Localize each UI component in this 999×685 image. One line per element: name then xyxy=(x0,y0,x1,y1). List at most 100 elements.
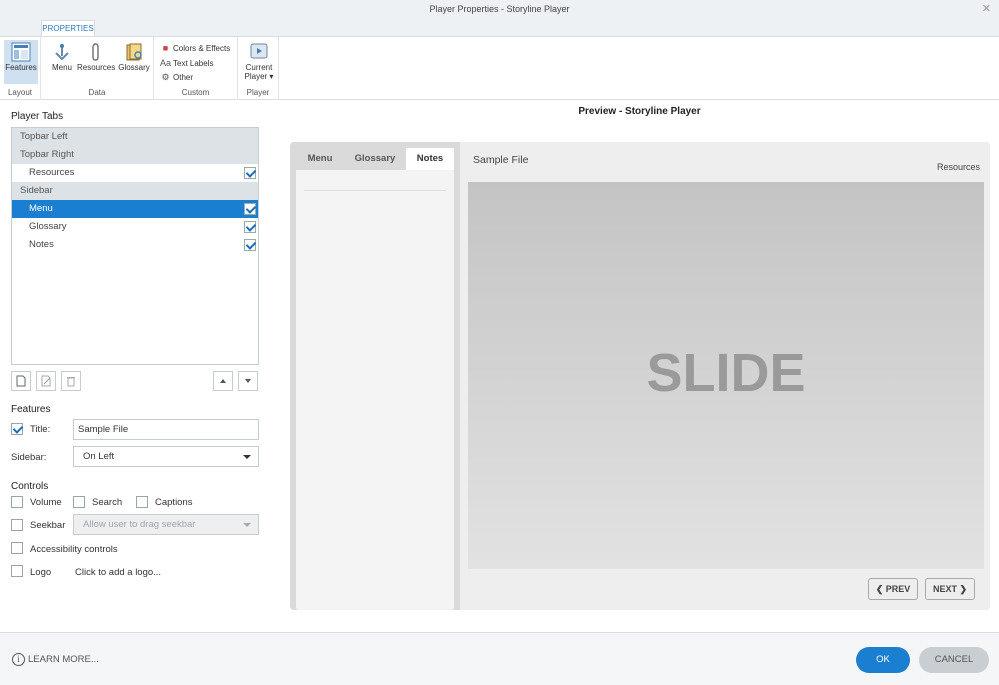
ribbon-group-player: Current Player ▾ Player xyxy=(238,37,279,100)
group-label-custom: Custom xyxy=(181,88,210,97)
chevron-down-icon xyxy=(243,455,251,459)
tab-properties[interactable]: PROPERTIES xyxy=(41,20,95,37)
preview-heading: Preview - Storyline Player xyxy=(578,106,701,117)
group-label-player: Player xyxy=(246,88,270,97)
current-player-line1: Current xyxy=(245,63,273,72)
list-item-label: Resources xyxy=(29,167,75,178)
resources-tab-link[interactable]: Resources xyxy=(937,162,980,172)
course-title: Sample File xyxy=(473,154,529,166)
edit-tab-button[interactable] xyxy=(36,371,56,391)
features-button[interactable]: Features xyxy=(4,40,38,84)
menu-tree-icon xyxy=(55,44,69,61)
accessibility-label: Accessibility controls xyxy=(30,544,118,555)
edit-icon xyxy=(41,375,51,387)
captions-label: Captions xyxy=(155,497,193,508)
glossary-checkbox[interactable] xyxy=(244,221,256,233)
title-bar: Player Properties - Storyline Player ✕ xyxy=(0,0,999,20)
resources-checkbox[interactable] xyxy=(244,167,256,179)
list-item-label: Menu xyxy=(29,203,53,214)
list-item-resources[interactable]: Resources xyxy=(12,164,258,182)
volume-label: Volume xyxy=(30,497,62,508)
text-labels-label: Text Labels xyxy=(173,59,214,68)
text-labels-button[interactable]: Aa Text Labels xyxy=(160,57,213,70)
dialog-footer: i LEARN MORE... OK CANCEL xyxy=(0,632,999,685)
player-tabs-list: Topbar Left Topbar Right Resources Sideb… xyxy=(11,127,259,365)
glossary-label: Glossary xyxy=(118,63,150,72)
info-icon: i xyxy=(12,653,25,666)
ribbon-group-layout: Features Layout xyxy=(0,37,41,100)
volume-checkbox[interactable] xyxy=(11,496,23,508)
seekbar-select[interactable]: Allow user to drag seekbar xyxy=(73,514,259,535)
group-label-data: Data xyxy=(88,88,106,97)
new-tab-button[interactable] xyxy=(11,371,31,391)
logo-checkbox[interactable] xyxy=(11,565,23,577)
other-button[interactable]: ⚙ Other xyxy=(160,71,193,84)
list-item-notes[interactable]: Notes xyxy=(12,236,258,254)
sidebar-select[interactable]: On Left xyxy=(73,446,259,467)
add-logo-link[interactable]: Click to add a logo... xyxy=(75,567,161,578)
prev-button[interactable]: ❮ PREV xyxy=(868,578,918,600)
ok-button[interactable]: OK xyxy=(856,647,910,673)
title-checkbox[interactable] xyxy=(11,423,23,435)
menu-button[interactable]: Menu xyxy=(45,40,79,84)
player-main-area: Sample File Resources SLIDE ❮ PREV NEXT … xyxy=(460,142,990,610)
notes-panel xyxy=(296,170,454,610)
features-icon xyxy=(11,42,31,62)
trash-icon xyxy=(67,377,75,387)
text-aa-icon: Aa xyxy=(160,58,172,68)
player-tabs-heading: Player Tabs xyxy=(11,111,64,122)
slide-area: SLIDE xyxy=(468,182,984,569)
close-icon[interactable]: ✕ xyxy=(982,0,991,19)
list-item-label: Notes xyxy=(29,239,54,250)
move-up-button[interactable] xyxy=(213,371,233,391)
ribbon-tab-strip: PROPERTIES xyxy=(0,20,999,37)
sidebar-label: Sidebar: xyxy=(11,452,47,463)
player-sidebar: Menu Glossary Notes xyxy=(296,148,454,610)
resources-button[interactable]: Resources xyxy=(77,40,116,84)
seekbar-select-value: Allow user to drag seekbar xyxy=(83,519,196,530)
controls-heading: Controls xyxy=(11,481,49,492)
accessibility-checkbox[interactable] xyxy=(11,542,23,554)
learn-more-label: LEARN MORE... xyxy=(28,654,99,665)
search-label: Search xyxy=(92,497,123,508)
resources-label: Resources xyxy=(77,63,116,72)
triangle-down-icon xyxy=(245,379,251,383)
ribbon-group-custom: ■ Colors & Effects Aa Text Labels ⚙ Other C… xyxy=(154,37,238,100)
tab-menu[interactable]: Menu xyxy=(296,148,344,170)
list-group-topbar-left[interactable]: Topbar Left xyxy=(12,128,258,146)
list-item-glossary[interactable]: Glossary xyxy=(12,218,258,236)
search-checkbox[interactable] xyxy=(73,496,85,508)
glossary-button[interactable]: Glossary xyxy=(116,40,152,84)
menu-checkbox[interactable] xyxy=(244,203,256,215)
tab-notes[interactable]: Notes xyxy=(406,148,454,170)
learn-more-link[interactable]: i LEARN MORE... xyxy=(12,653,99,666)
move-down-button[interactable] xyxy=(238,371,258,391)
current-player-button[interactable]: Current Player ▾ xyxy=(241,40,277,84)
menu-label: Menu xyxy=(51,63,72,72)
new-document-icon xyxy=(16,375,26,387)
tab-glossary[interactable]: Glossary xyxy=(344,148,406,170)
logo-label: Logo xyxy=(30,567,52,578)
title-input[interactable]: Sample File xyxy=(73,419,259,440)
chevron-down-icon xyxy=(243,523,251,527)
group-label-layout: Layout xyxy=(7,88,33,97)
delete-tab-button[interactable] xyxy=(61,371,81,391)
captions-checkbox[interactable] xyxy=(136,496,148,508)
slide-placeholder-text: SLIDE xyxy=(646,343,806,403)
cancel-button[interactable]: CANCEL xyxy=(919,647,989,673)
palette-icon: ■ xyxy=(162,43,169,53)
list-group-topbar-right[interactable]: Topbar Right xyxy=(12,146,258,164)
seekbar-checkbox[interactable] xyxy=(11,519,23,531)
ribbon: Features Layout Menu Resources Glossary … xyxy=(0,36,999,100)
current-player-line2: Player ▾ xyxy=(244,72,274,81)
list-item-menu[interactable]: Menu xyxy=(12,200,258,218)
gear-icon: ⚙ xyxy=(161,72,170,82)
features-label: Features xyxy=(5,63,37,72)
next-button[interactable]: NEXT ❯ xyxy=(925,578,975,600)
window-title: Player Properties - Storyline Player xyxy=(429,4,570,14)
colors-effects-button[interactable]: ■ Colors & Effects xyxy=(160,42,230,55)
list-group-sidebar[interactable]: Sidebar xyxy=(12,182,258,200)
notes-checkbox[interactable] xyxy=(244,239,256,251)
other-label: Other xyxy=(173,73,194,82)
sidebar-select-value: On Left xyxy=(83,451,115,462)
